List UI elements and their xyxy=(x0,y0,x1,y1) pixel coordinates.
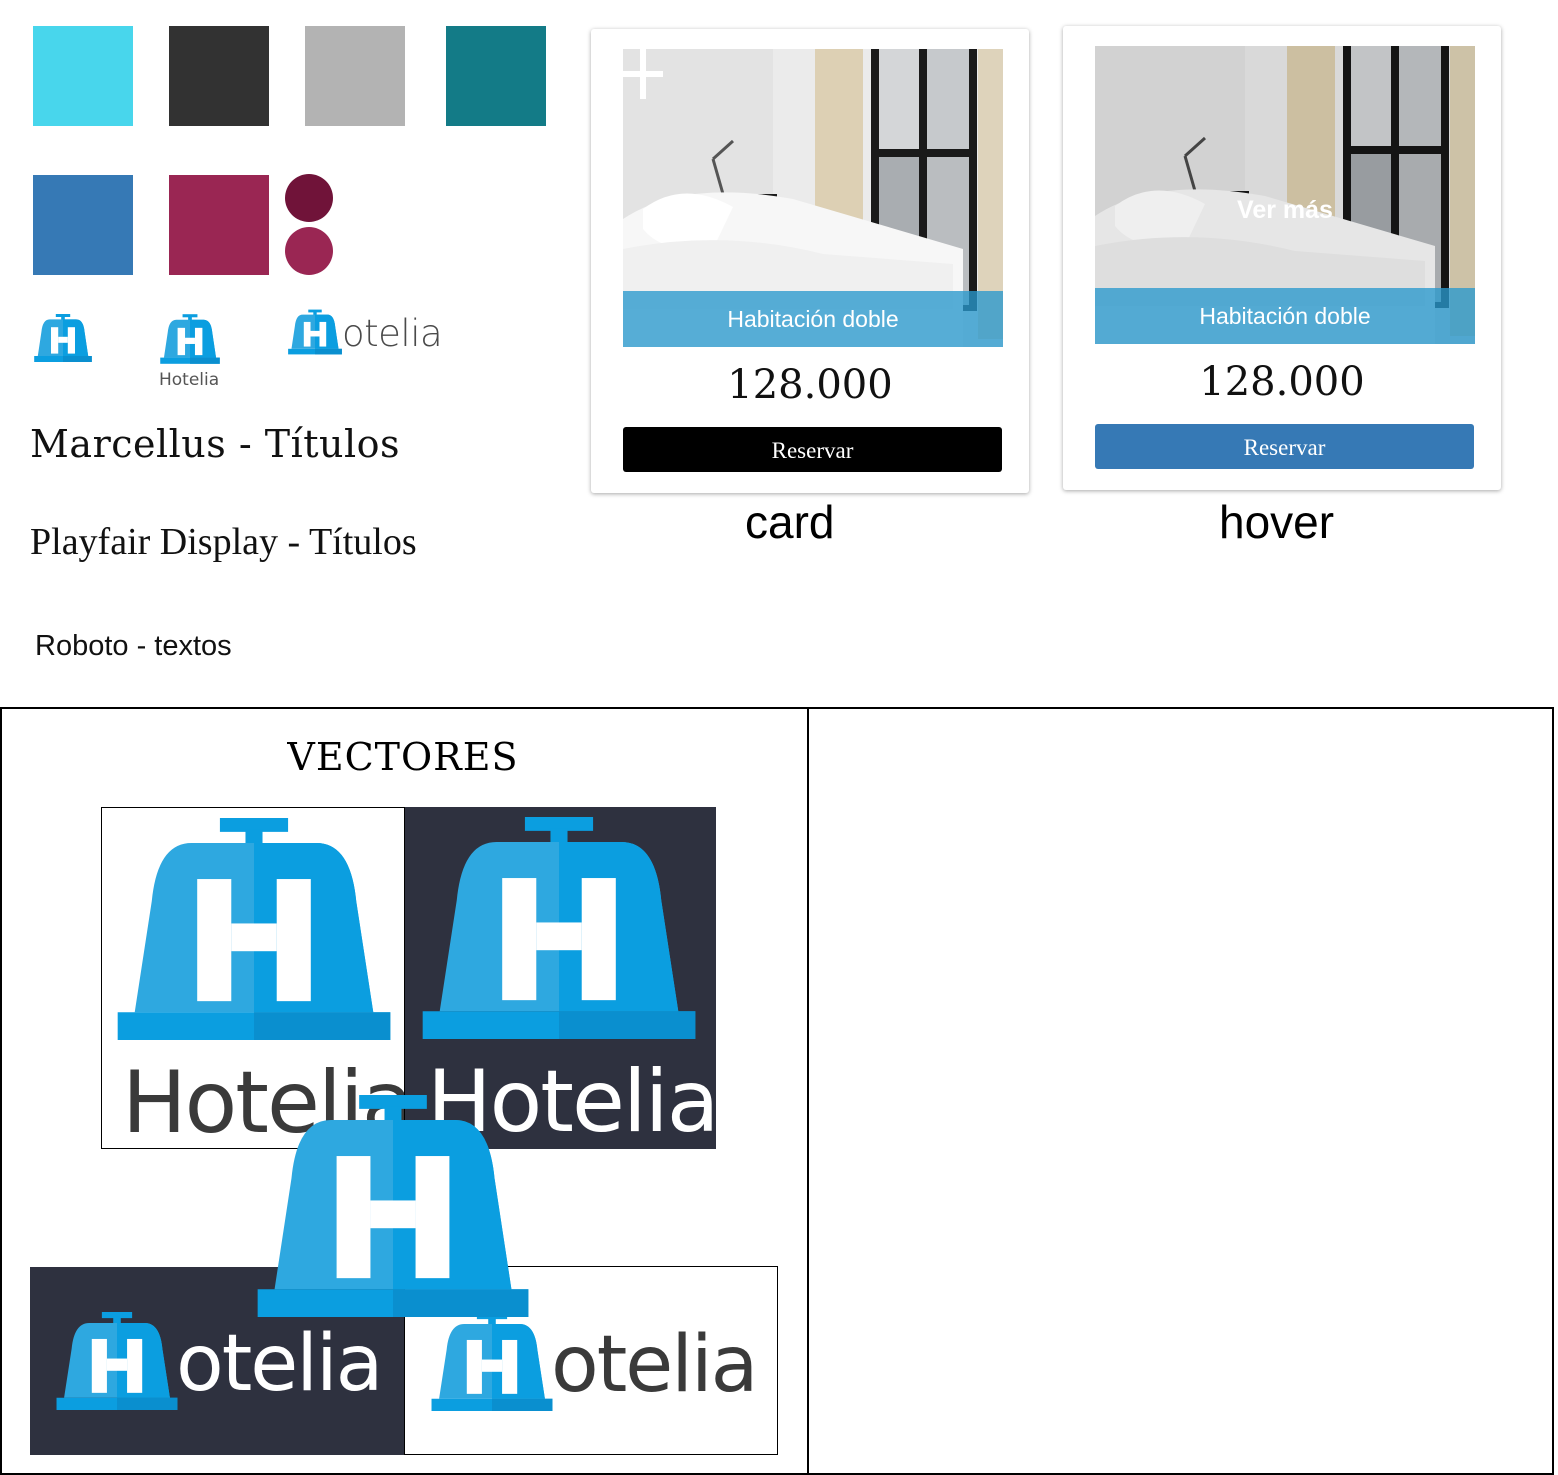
hotelia-wordmark: otelia xyxy=(176,1319,383,1409)
logo-wordmark: otelia xyxy=(342,312,443,355)
card-state-label: card xyxy=(745,496,835,548)
reserve-button[interactable]: Reservar xyxy=(623,427,1002,472)
room-caption: Habitación doble xyxy=(623,291,1003,347)
font-sample-playfair: Playfair Display - Títulos xyxy=(30,521,417,563)
logo-caption: Hotelia xyxy=(159,370,220,390)
bell-logo-icon xyxy=(417,817,701,1039)
font-sample-marcellus: Marcellus - Títulos xyxy=(30,422,401,466)
bell-logo-icon xyxy=(112,818,396,1040)
vectores-title: VECTORES xyxy=(287,735,519,779)
swatch-dark-gray xyxy=(169,26,269,126)
empty-panel xyxy=(807,707,1554,1475)
room-price: 128.000 xyxy=(1199,359,1365,405)
swatch-cyan xyxy=(33,26,133,126)
room-caption: Habitación doble xyxy=(1095,288,1475,344)
swatch-teal xyxy=(446,26,546,126)
see-more-link[interactable]: Ver más xyxy=(1095,196,1475,225)
room-image[interactable]: Habitación doble xyxy=(623,49,1003,347)
logo-bell-icon xyxy=(33,312,93,364)
swatch-dot-magenta xyxy=(285,227,333,275)
room-card-hover[interactable]: Ver más Habitación doble 128.000 Reserva… xyxy=(1063,26,1501,490)
swatch-blue xyxy=(33,175,133,275)
hover-state-label: hover xyxy=(1219,496,1335,548)
room-price: 128.000 xyxy=(727,362,893,408)
swatch-magenta xyxy=(169,175,269,275)
room-image[interactable]: Ver más Habitación doble xyxy=(1095,46,1475,344)
room-card[interactable]: Habitación doble 128.000 Reservar xyxy=(591,29,1029,493)
reserve-button[interactable]: Reservar xyxy=(1095,424,1474,469)
logo-bell-icon xyxy=(287,308,343,356)
bell-logo-icon xyxy=(429,1313,555,1411)
bell-logo-icon-large xyxy=(252,1095,534,1317)
bell-logo-icon xyxy=(54,1312,180,1410)
font-sample-roboto: Roboto - textos xyxy=(35,630,232,662)
hotelia-wordmark: otelia xyxy=(551,1320,758,1410)
plus-icon[interactable] xyxy=(623,49,663,99)
logo-bell-icon xyxy=(159,312,221,366)
swatch-light-gray xyxy=(305,26,405,126)
swatch-dot-dark-magenta xyxy=(285,174,333,222)
